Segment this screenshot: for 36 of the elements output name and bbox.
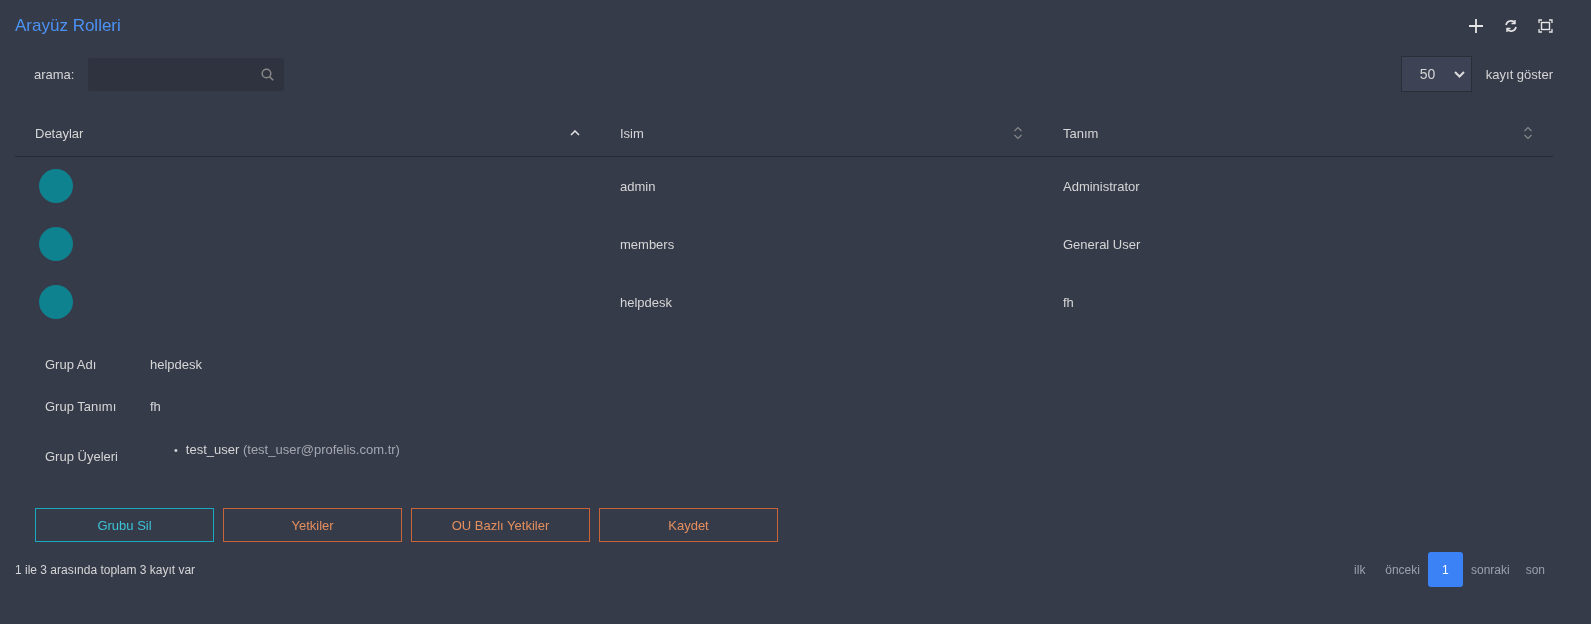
column-header[interactable]: Detaylar bbox=[15, 110, 600, 156]
pagination-link[interactable]: 1 bbox=[1427, 552, 1463, 587]
field-value: helpdesk bbox=[150, 356, 203, 372]
action-button[interactable]: OU Bazlı Yetkiler bbox=[411, 508, 590, 542]
page-size-label: kayıt göster bbox=[1485, 66, 1553, 82]
table-cell: fh bbox=[1063, 294, 1074, 310]
chevron-down-icon bbox=[1453, 70, 1465, 78]
pagination-link[interactable]: son bbox=[1517, 552, 1553, 587]
field-label: Grup Üyeleri bbox=[45, 449, 119, 464]
table-cell: admin bbox=[620, 178, 656, 194]
pagination-link[interactable]: sonraki bbox=[1462, 552, 1518, 587]
action-button[interactable]: Yetkiler bbox=[223, 508, 402, 542]
field-value: fh bbox=[150, 398, 161, 414]
page-size-select[interactable]: 50 bbox=[1400, 56, 1472, 92]
table-cell: General User bbox=[1063, 236, 1141, 252]
table-cell: Administrator bbox=[1063, 178, 1140, 194]
search-icon bbox=[261, 67, 275, 81]
page-title: Arayüz Rolleri bbox=[15, 16, 121, 36]
bullet: • bbox=[174, 443, 178, 458]
column-header[interactable]: Isim bbox=[600, 110, 1043, 156]
delete-button[interactable]: Grubu Sil bbox=[35, 508, 214, 542]
pagination-link[interactable]: ilk bbox=[1342, 552, 1378, 587]
action-button[interactable]: Kaydet bbox=[599, 508, 778, 542]
field-label: Grup Tanımı bbox=[45, 398, 118, 414]
pagination-link[interactable]: önceki bbox=[1377, 552, 1428, 587]
column-header[interactable]: Tanım bbox=[1043, 110, 1553, 156]
search-label: arama: bbox=[34, 66, 75, 82]
add-icon[interactable] bbox=[1468, 18, 1484, 34]
table-cell: helpdesk bbox=[620, 294, 673, 310]
fullscreen-icon[interactable] bbox=[1538, 19, 1553, 33]
table-cell: members bbox=[620, 236, 675, 252]
field-label: Grup Adı bbox=[45, 356, 98, 372]
search-field[interactable] bbox=[88, 57, 285, 91]
record-count: 1 ile 3 arasında toplam 3 kayıt var bbox=[15, 562, 196, 577]
refresh-icon[interactable] bbox=[1504, 19, 1518, 33]
member-item: test_user (test_user@profelis.com.tr) bbox=[185, 442, 400, 458]
